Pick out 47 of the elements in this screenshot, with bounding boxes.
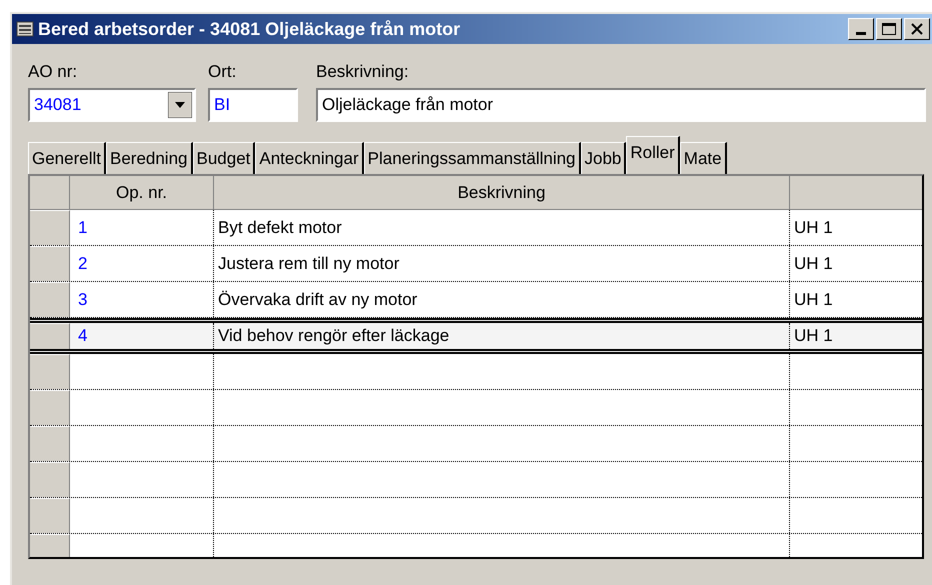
window-title: Bered arbetsorder - 34081 Oljeläckage från motor: [38, 18, 460, 41]
table-cell-text: UH 1: [793, 325, 834, 348]
tab[interactable]: Budget: [192, 142, 256, 174]
table-row[interactable]: 4 Vid behov rengör efter läckage UH 1: [30, 318, 922, 354]
close-button[interactable]: [904, 18, 930, 40]
tab[interactable]: Anteckningar: [255, 142, 364, 174]
row-header[interactable]: [30, 354, 70, 389]
table-cell-text: UH 1: [793, 216, 834, 239]
column-header[interactable]: Beskrivning: [214, 176, 790, 209]
table-row[interactable]: 1 Byt defekt motor UH 1: [30, 210, 922, 246]
row-header[interactable]: [30, 426, 70, 461]
window-icon: [16, 20, 34, 38]
tab[interactable]: Beredning: [106, 142, 192, 174]
row-header[interactable]: [30, 246, 70, 281]
field-label: Beskrivning:: [316, 62, 410, 82]
table-cell-text: UH 1: [793, 288, 834, 311]
table-cell: Övervaka drift av ny motor: [214, 282, 790, 317]
row-header[interactable]: [30, 210, 70, 245]
column-header[interactable]: Op. nr.: [70, 176, 214, 209]
tab[interactable]: Roller: [626, 136, 680, 174]
close-icon[interactable]: [911, 23, 923, 35]
dropdown-arrow-icon[interactable]: [168, 92, 192, 118]
table-cell: Justera rem till ny motor: [214, 246, 790, 281]
minimize-button[interactable]: [848, 18, 874, 40]
description-field[interactable]: Oljeläckage från motor: [316, 88, 926, 122]
row-header[interactable]: [30, 282, 70, 317]
field-label: Ort:: [208, 62, 238, 82]
table-cell: 2: [70, 246, 214, 281]
tab[interactable]: Mate: [680, 142, 727, 174]
field-label: AO nr:: [28, 62, 78, 82]
row-header[interactable]: [30, 462, 70, 497]
maximize-button[interactable]: [876, 18, 902, 40]
row-header[interactable]: [30, 498, 70, 533]
tab[interactable]: Planeringssammanställning: [364, 142, 581, 174]
table-row[interactable]: 2 Justera rem till ny motor UH 1: [30, 246, 922, 282]
table-cell: 3: [70, 282, 214, 317]
table-cell: Vid behov rengör efter läckage: [214, 323, 790, 349]
table-cell: 4: [70, 323, 214, 349]
table-cell: 1: [70, 210, 214, 245]
table-cell-text: UH 1: [793, 252, 834, 275]
tab[interactable]: Generellt: [28, 142, 106, 174]
row-header[interactable]: [30, 323, 70, 349]
ort-field[interactable]: BI: [208, 88, 298, 122]
ao-nr-dropdown[interactable]: 34081: [28, 88, 196, 122]
tab[interactable]: Jobb: [580, 142, 626, 174]
table-cell: Byt defekt motor: [214, 210, 790, 245]
row-header[interactable]: [30, 390, 70, 425]
